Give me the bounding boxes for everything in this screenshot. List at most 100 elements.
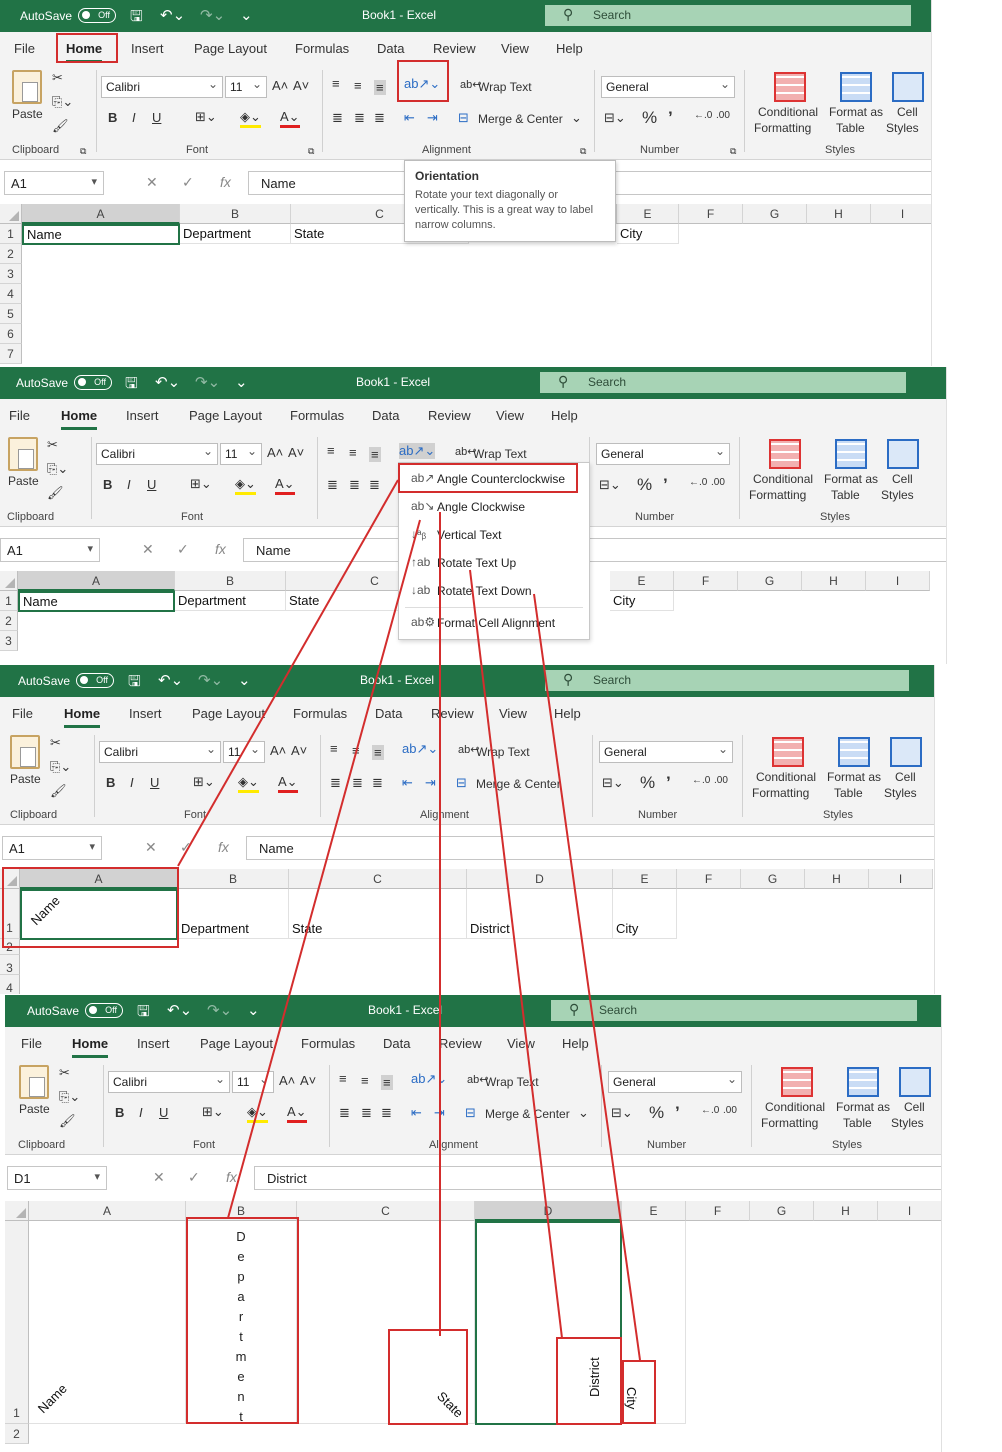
undo-icon[interactable]: ↶⌄ bbox=[158, 671, 183, 689]
format-painter-icon[interactable]: 🖌 bbox=[47, 485, 64, 501]
bold-button[interactable]: B bbox=[115, 1105, 124, 1120]
search-box[interactable]: ⚲ Search bbox=[551, 1000, 917, 1021]
bottom-align-icon[interactable]: ≡ bbox=[381, 1075, 393, 1090]
column-header-h[interactable]: H bbox=[802, 571, 866, 591]
menu-insert[interactable]: Insert bbox=[137, 1036, 170, 1051]
increase-font-icon[interactable]: A˄ bbox=[272, 78, 288, 93]
row-header-2[interactable]: 2 bbox=[5, 1424, 29, 1444]
merge-center-icon[interactable]: ⊟ bbox=[458, 110, 469, 126]
cell-styles-icon[interactable] bbox=[892, 72, 924, 102]
comma-button[interactable]: ’ bbox=[668, 108, 673, 128]
column-header-h[interactable]: H bbox=[807, 204, 871, 224]
font-size-combo[interactable]: 11 bbox=[225, 76, 267, 98]
formula-input[interactable]: Name bbox=[246, 836, 934, 860]
cell-styles-icon[interactable] bbox=[899, 1067, 931, 1097]
name-box[interactable]: A1 bbox=[0, 538, 100, 562]
font-name-combo[interactable]: Calibri bbox=[96, 443, 218, 465]
menu-vertical-text[interactable]: ↓ᵃᵦ Vertical Text bbox=[399, 521, 589, 549]
cell-b1[interactable]: Department bbox=[175, 591, 286, 611]
cell-styles-label-2[interactable]: Styles bbox=[886, 120, 919, 136]
customize-qat-icon[interactable]: ⌄ bbox=[235, 373, 248, 391]
decrease-indent-icon[interactable]: ⇤ bbox=[402, 775, 413, 791]
menu-page-layout[interactable]: Page Layout bbox=[192, 706, 265, 721]
fx-icon[interactable]: fx bbox=[220, 174, 231, 190]
menu-home[interactable]: Home bbox=[61, 408, 98, 430]
cell-styles-label-1[interactable]: Cell bbox=[895, 769, 916, 785]
italic-button[interactable]: I bbox=[127, 477, 131, 492]
format-as-table-label-1[interactable]: Format as bbox=[829, 104, 883, 120]
format-as-table-label-1[interactable]: Format as bbox=[827, 769, 881, 785]
row-header-7[interactable]: 7 bbox=[0, 344, 22, 364]
format-painter-icon[interactable]: 🖌 bbox=[52, 118, 69, 134]
merge-center-label[interactable]: Merge & Center bbox=[476, 777, 561, 791]
cell-c1[interactable]: State bbox=[289, 889, 467, 939]
align-right-icon[interactable]: ≣ bbox=[369, 477, 380, 493]
column-header-e[interactable]: E bbox=[622, 1201, 686, 1221]
menu-page-layout[interactable]: Page Layout bbox=[200, 1036, 273, 1051]
column-header-g[interactable]: G bbox=[743, 204, 807, 224]
format-painter-icon[interactable]: 🖌 bbox=[59, 1113, 76, 1129]
paste-icon[interactable] bbox=[8, 437, 38, 471]
decrease-font-icon[interactable]: A˅ bbox=[293, 78, 309, 93]
orientation-icon[interactable]: ab↗⌄ bbox=[404, 76, 440, 92]
menu-home[interactable]: Home bbox=[64, 706, 101, 728]
increase-indent-icon[interactable]: ⇥ bbox=[425, 775, 436, 791]
align-center-icon[interactable]: ≣ bbox=[352, 775, 363, 791]
redo-icon[interactable]: ↷⌄ bbox=[200, 6, 225, 24]
undo-icon[interactable]: ↶⌄ bbox=[160, 6, 185, 24]
menu-view[interactable]: View bbox=[496, 408, 524, 423]
paste-label[interactable]: Paste bbox=[12, 106, 43, 122]
menu-data[interactable]: Data bbox=[375, 706, 402, 721]
undo-icon[interactable]: ↶⌄ bbox=[155, 373, 180, 391]
increase-decimal-icon[interactable]: ←.0 bbox=[701, 1105, 719, 1116]
menu-angle-counterclockwise[interactable]: ab↗ Angle Counterclockwise bbox=[399, 465, 589, 493]
column-header-i[interactable]: I bbox=[878, 1201, 941, 1221]
decrease-font-icon[interactable]: A˅ bbox=[300, 1073, 316, 1088]
decrease-indent-icon[interactable]: ⇤ bbox=[404, 110, 415, 126]
conditional-formatting-label-1[interactable]: Conditional bbox=[765, 1099, 825, 1115]
column-header-d[interactable]: D bbox=[475, 1201, 622, 1221]
redo-icon[interactable]: ↷⌄ bbox=[207, 1001, 232, 1019]
row-header-1[interactable]: 1 bbox=[0, 889, 20, 939]
font-color-icon[interactable]: A⌄ bbox=[275, 476, 295, 495]
row-header-2[interactable]: 2 bbox=[0, 939, 20, 955]
column-header-d[interactable]: D bbox=[467, 869, 613, 889]
save-icon[interactable]: 🖫 bbox=[130, 6, 143, 31]
column-header-a[interactable]: A bbox=[20, 869, 178, 889]
alignment-launcher-icon[interactable]: ⧉ bbox=[580, 146, 586, 157]
font-name-combo[interactable]: Calibri bbox=[101, 76, 223, 98]
italic-button[interactable]: I bbox=[132, 110, 136, 125]
menu-formulas[interactable]: Formulas bbox=[301, 1036, 355, 1051]
orientation-icon[interactable]: ab↗⌄ bbox=[411, 1071, 447, 1087]
select-all-corner[interactable] bbox=[5, 1201, 29, 1221]
cell-styles-icon[interactable] bbox=[890, 737, 922, 767]
font-color-icon[interactable]: A⌄ bbox=[278, 774, 298, 793]
menu-insert[interactable]: Insert bbox=[131, 41, 164, 56]
conditional-formatting-label-1[interactable]: Conditional bbox=[756, 769, 816, 785]
cell-d1[interactable]: District bbox=[467, 889, 613, 939]
enter-icon[interactable]: ✓ bbox=[188, 1169, 200, 1186]
accounting-icon[interactable]: ⊟⌄ bbox=[611, 1105, 633, 1121]
row-header-3[interactable]: 3 bbox=[0, 631, 18, 651]
cut-icon[interactable]: ✂ bbox=[52, 70, 63, 86]
menu-view[interactable]: View bbox=[507, 1036, 535, 1051]
menu-help[interactable]: Help bbox=[554, 706, 581, 721]
cell-e1[interactable]: City bbox=[610, 591, 674, 611]
menu-formulas[interactable]: Formulas bbox=[290, 408, 344, 423]
column-header-g[interactable]: G bbox=[738, 571, 802, 591]
number-format-combo[interactable]: General bbox=[596, 443, 730, 465]
cancel-icon[interactable]: ✕ bbox=[146, 174, 158, 191]
menu-review[interactable]: Review bbox=[433, 41, 476, 56]
format-as-table-label-2[interactable]: Table bbox=[831, 487, 860, 503]
menu-file[interactable]: File bbox=[14, 41, 35, 56]
save-icon[interactable]: 🖫 bbox=[125, 373, 138, 398]
fx-icon[interactable]: fx bbox=[226, 1169, 237, 1185]
wrap-text-label[interactable]: Wrap Text bbox=[476, 745, 530, 759]
search-box[interactable]: ⚲ Search bbox=[545, 670, 909, 691]
column-header-e[interactable]: E bbox=[610, 571, 674, 591]
font-size-combo[interactable]: 11 bbox=[232, 1071, 274, 1093]
column-header-h[interactable]: H bbox=[805, 869, 869, 889]
paste-label[interactable]: Paste bbox=[10, 771, 41, 787]
column-header-h[interactable]: H bbox=[814, 1201, 878, 1221]
fill-color-icon[interactable]: ◈⌄ bbox=[238, 774, 259, 793]
